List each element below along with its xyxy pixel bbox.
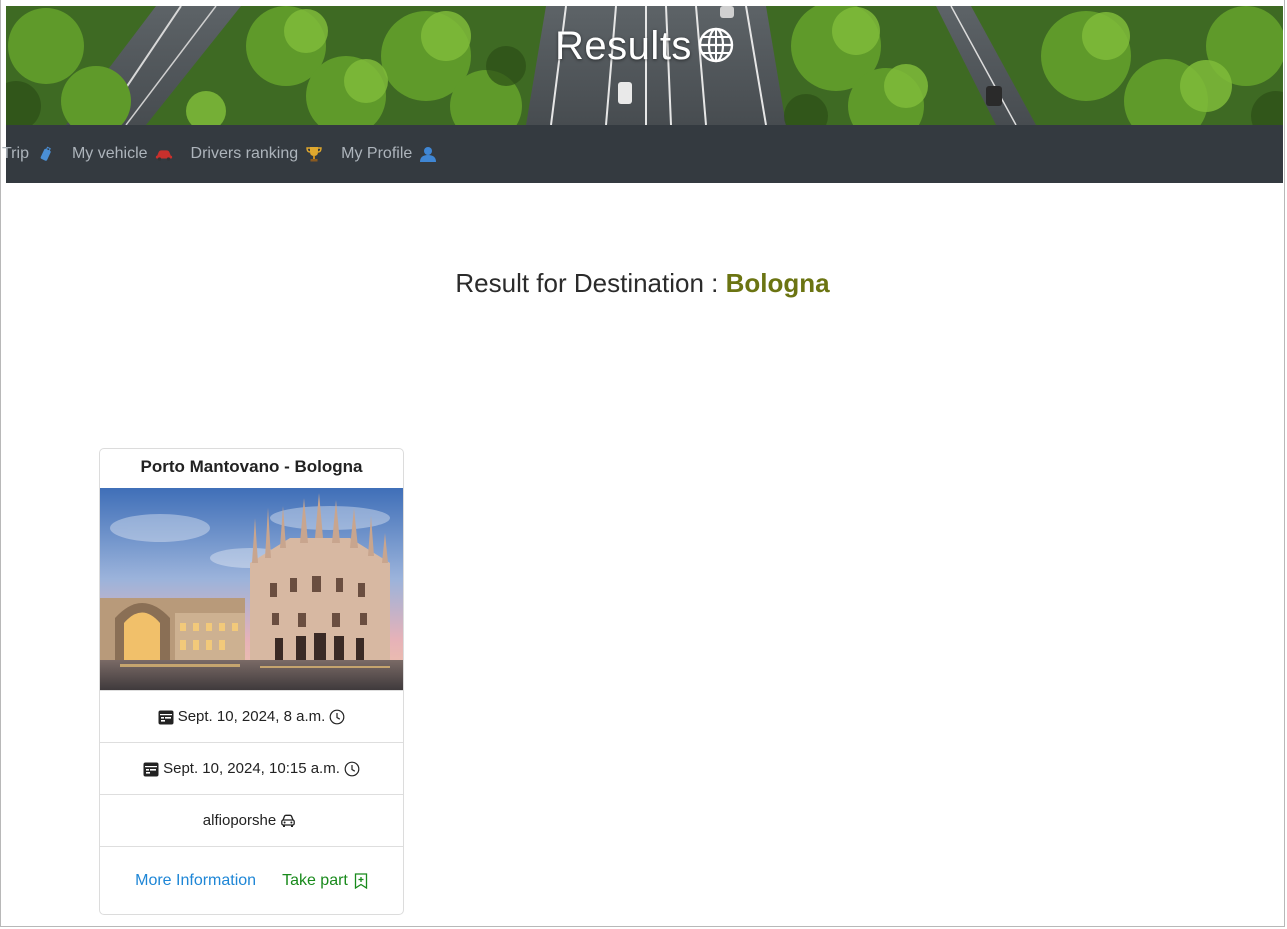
page-title: Results (6, 24, 1283, 69)
driver-username: alfioporshe (202, 812, 277, 829)
milan-cathedral-photo (100, 488, 403, 690)
trophy-icon (306, 147, 322, 162)
departure-row: Sept. 10, 2024, 8 a.m. (100, 690, 403, 742)
hero-banner: Results (6, 6, 1283, 125)
nav-item-label: My vehicle (71, 145, 148, 162)
luggage-icon (40, 146, 51, 161)
arrival-row: Sept. 10, 2024, 10:15 a.m. (100, 742, 403, 794)
result-heading: Result for Destination : Bologna (1, 268, 1284, 299)
nav-item-my-vehicle[interactable]: My vehicle (72, 145, 173, 163)
more-information-link[interactable]: More Information (135, 872, 256, 890)
trip-route-title: Porto Mantovano - Bologna (140, 457, 363, 476)
clock-icon (329, 709, 345, 724)
calendar-icon (158, 710, 174, 724)
page-frame: Results Trip My vehicle Drivers ranking … (0, 0, 1285, 927)
car-front-icon (281, 814, 296, 827)
departure-datetime: Sept. 10, 2024, 8 a.m. (177, 708, 326, 725)
top-navbar: Trip My vehicle Drivers ranking My Profi… (2, 125, 1283, 183)
card-actions: More Information Take part (100, 846, 403, 914)
page-title-text: Results (555, 24, 692, 68)
nav-item-label: Trip (2, 145, 29, 162)
nav-item-label: Drivers ranking (190, 145, 299, 162)
person-icon (420, 147, 437, 162)
destination-name: Bologna (725, 268, 830, 298)
nav-item-my-profile[interactable]: My Profile (341, 145, 437, 163)
trip-card: Porto Mantovano - Bologna Sept. 10, 2024… (99, 448, 404, 915)
calendar-icon (143, 762, 159, 776)
nav-item-label: My Profile (341, 145, 413, 162)
globe-icon (698, 27, 734, 63)
arrival-datetime: Sept. 10, 2024, 10:15 a.m. (163, 760, 340, 777)
take-part-label: Take part (282, 872, 348, 889)
nav-item-trip[interactable]: Trip (2, 145, 54, 163)
clock-icon (344, 761, 360, 776)
driver-row: alfioporshe (100, 794, 403, 846)
nav-item-drivers-ranking[interactable]: Drivers ranking (191, 145, 324, 163)
car-icon (155, 150, 172, 161)
bookmark-plus-icon (354, 873, 368, 889)
result-heading-prefix: Result for Destination : (455, 268, 719, 298)
take-part-link[interactable]: Take part (282, 872, 368, 890)
